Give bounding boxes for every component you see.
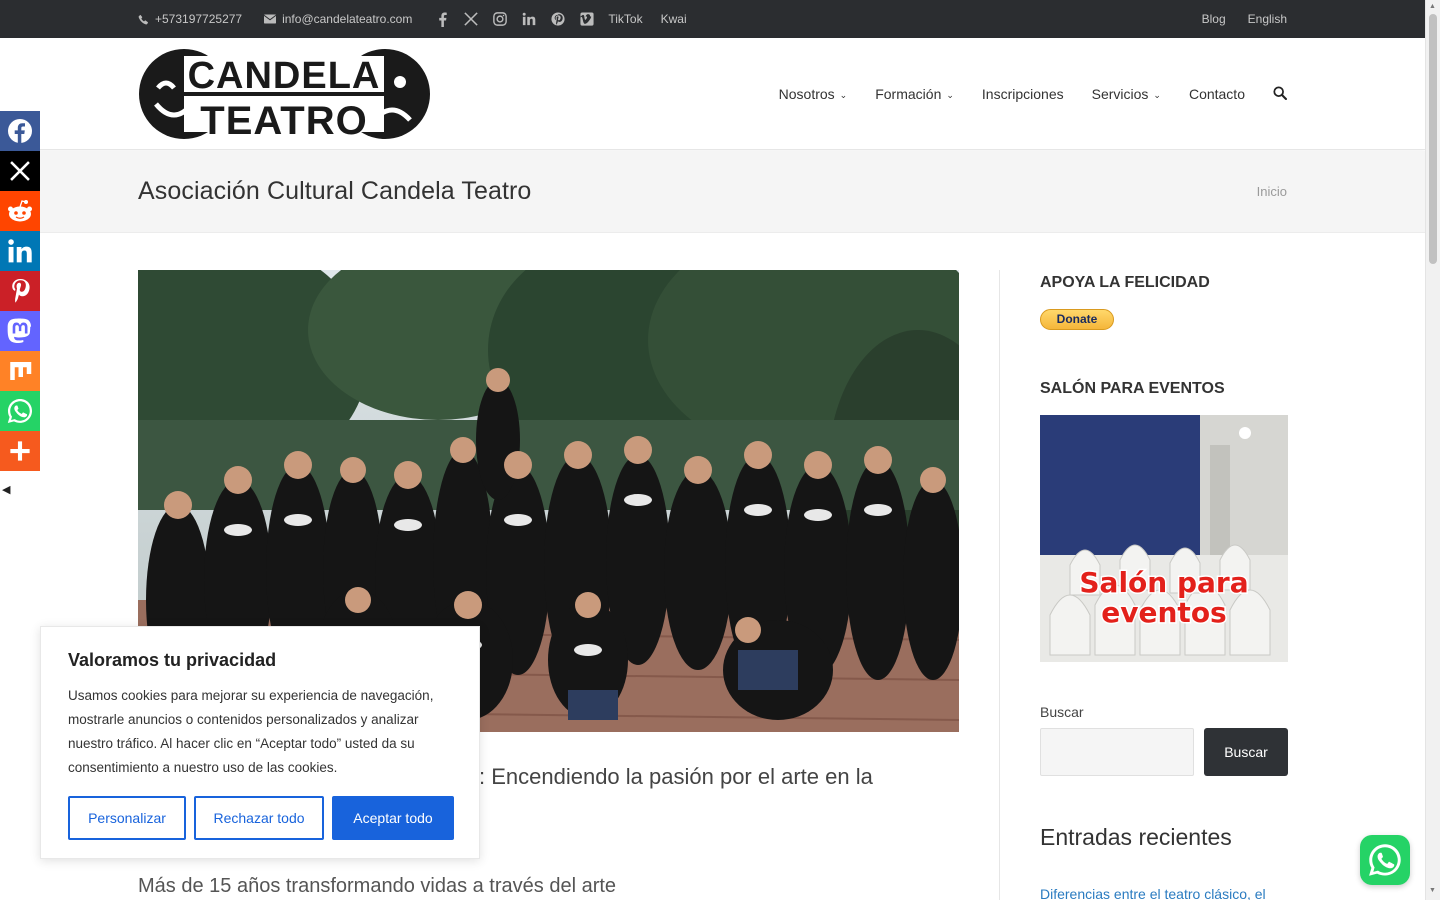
top-bar: +573197725277 info@candelateatro.com Tik… (0, 0, 1425, 38)
cookie-title: Valoramos tu privacidad (68, 650, 277, 670)
scroll-down-arrow-icon[interactable]: ▼ (1429, 887, 1436, 894)
chevron-down-icon: ⌄ (1153, 90, 1161, 100)
whatsapp-icon (7, 398, 33, 424)
recent-post-link[interactable]: Diferencias entre el teatro clásico, el (1040, 886, 1266, 900)
email-text: info@candelateatro.com (282, 12, 413, 26)
events-image-text-2: eventos (1101, 596, 1226, 629)
nav-item-servicios[interactable]: Servicios ⌄ (1092, 86, 1161, 102)
x-icon[interactable] (463, 11, 479, 27)
logo-line-1: CANDELA (188, 55, 381, 97)
logo-line-2: TEATRO (200, 99, 367, 140)
share-linkedin-button[interactable] (0, 231, 40, 271)
nav-item-inscripciones[interactable]: Inscripciones (982, 86, 1064, 102)
article-subtitle: Más de 15 años transformando vidas a tra… (138, 875, 617, 897)
page-title-bar: Asociación Cultural Candela Teatro Inici… (40, 151, 1425, 233)
nav-item-contacto[interactable]: Contacto (1189, 86, 1245, 102)
tiktok-link[interactable]: TikTok (608, 12, 642, 26)
breadcrumb-home[interactable]: Inicio (1257, 184, 1287, 199)
social-share-bar (0, 111, 40, 471)
search-label: Buscar (1040, 704, 1084, 720)
plus-icon (10, 441, 30, 461)
main-nav: Nosotros ⌄ Formación ⌄ Inscripciones Servi… (751, 38, 1287, 150)
support-heading: APOYA LA FELICIDAD (1040, 274, 1210, 291)
nav-label-nosotros: Nosotros (778, 86, 835, 102)
article-title-text: : Encendiendo la pasión por el arte en l… (479, 764, 873, 789)
phone-text: +573197725277 (155, 12, 243, 26)
share-more-button[interactable] (0, 431, 40, 471)
search-icon[interactable] (1273, 85, 1287, 103)
linkedin-icon[interactable] (521, 11, 537, 27)
chevron-down-icon: ⌄ (839, 90, 848, 100)
share-mix-button[interactable] (0, 351, 40, 391)
pinterest-icon (12, 279, 30, 303)
sidebar-divider (999, 270, 1000, 900)
nav-label-inscripciones: Inscripciones (981, 86, 1064, 102)
candela-teatro-logo[interactable]: CANDELA TEATRO (138, 48, 431, 143)
events-heading: SALÓN PARA EVENTOS (1040, 380, 1225, 397)
whatsapp-icon (1369, 844, 1401, 876)
share-facebook-button[interactable] (0, 111, 40, 151)
linkedin-icon (8, 239, 32, 263)
donate-button[interactable]: Donate (1040, 309, 1114, 330)
phone-link[interactable]: +573197725277 (138, 12, 242, 26)
nav-item-formacion[interactable]: Formación ⌄ (875, 86, 954, 102)
nav-label-formacion: Formación (875, 86, 942, 102)
pinterest-icon[interactable] (550, 11, 566, 27)
mix-icon (10, 362, 32, 380)
recent-posts-heading: Entradas recientes (1040, 824, 1232, 850)
whatsapp-chat-button[interactable] (1360, 835, 1410, 885)
instagram-icon[interactable] (492, 11, 508, 27)
cookie-reject-button[interactable]: Rechazar todo (194, 796, 324, 840)
share-x-button[interactable] (0, 151, 40, 191)
nav-item-nosotros[interactable]: Nosotros ⌄ (779, 86, 848, 102)
nav-label-servicios: Servicios (1091, 86, 1149, 102)
blog-link[interactable]: Blog (1202, 12, 1226, 26)
cookie-accept-button[interactable]: Aceptar todo (332, 796, 454, 840)
email-link[interactable]: info@candelateatro.com (264, 12, 412, 26)
events-image-text-1: Salón para (1079, 566, 1248, 599)
share-reddit-button[interactable] (0, 191, 40, 231)
page-title: Asociación Cultural Candela Teatro (138, 177, 532, 205)
events-hall-image[interactable]: Salón para eventos (1040, 415, 1288, 662)
kwai-link[interactable]: Kwai (661, 12, 687, 26)
sidebar-search-button[interactable]: Buscar (1204, 728, 1288, 776)
cookie-customize-button[interactable]: Personalizar (68, 796, 186, 840)
site-header: CANDELA TEATRO Nosotros ⌄ Formación ⌄ Insc… (0, 38, 1425, 150)
cookie-consent-dialog: Valoramos tu privacidad Usamos cookies p… (40, 626, 480, 859)
vimeo-icon[interactable] (579, 11, 595, 27)
phone-icon (138, 14, 148, 24)
share-pinterest-button[interactable] (0, 271, 40, 311)
collapse-share-icon[interactable]: ◀ (2, 483, 10, 496)
language-link[interactable]: English (1248, 12, 1287, 26)
share-mastodon-button[interactable] (0, 311, 40, 351)
mastodon-icon (7, 318, 32, 344)
scroll-up-arrow-icon[interactable]: ▲ (1429, 3, 1436, 10)
reddit-icon (8, 200, 32, 222)
chevron-down-icon: ⌄ (946, 90, 954, 100)
scrollbar-thumb[interactable] (1429, 14, 1437, 264)
nav-label-contacto: Contacto (1188, 86, 1245, 102)
facebook-icon[interactable] (434, 11, 450, 27)
envelope-icon (264, 14, 277, 24)
cookie-body: Usamos cookies para mejorar su experienc… (68, 688, 434, 775)
share-whatsapp-button[interactable] (0, 391, 40, 431)
page-scrollbar[interactable]: ▲ ▼ (1425, 0, 1440, 900)
x-icon (10, 161, 30, 181)
facebook-icon (8, 119, 32, 144)
sidebar-search-input[interactable] (1040, 728, 1194, 776)
